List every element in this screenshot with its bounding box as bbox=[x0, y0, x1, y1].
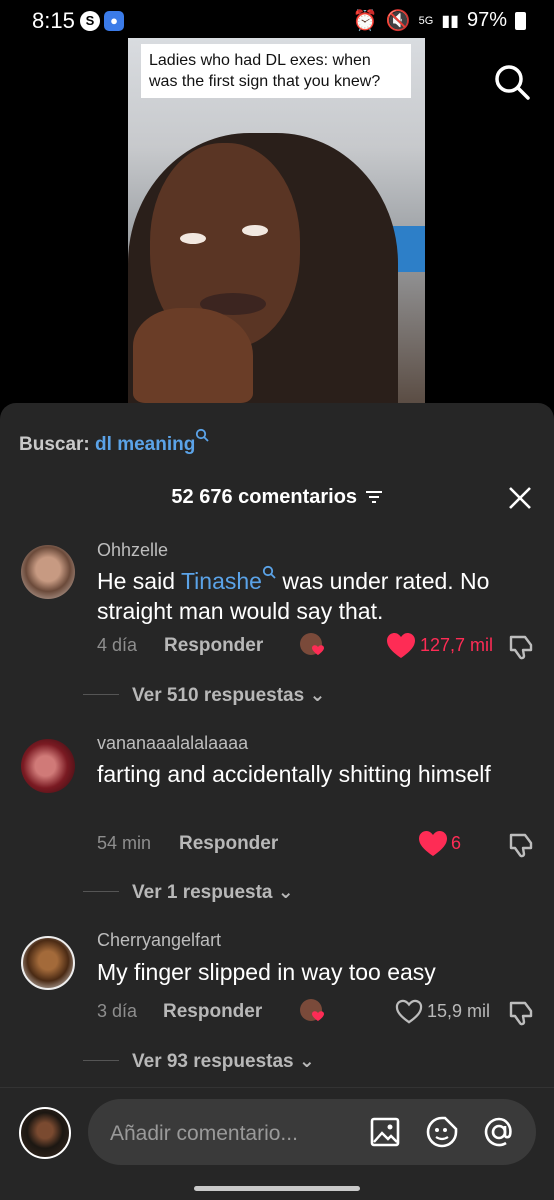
status-time: 8:15 bbox=[32, 8, 75, 33]
comment-text: He said Tinashe was under rated. No stra… bbox=[97, 565, 517, 626]
reply-button[interactable]: Responder bbox=[164, 635, 263, 657]
divider bbox=[0, 1087, 554, 1088]
status-icons: ⏰ 🔇 5G ▮▮ 97% bbox=[353, 8, 526, 33]
creator-liked-icon bbox=[300, 633, 324, 655]
comment-link[interactable]: Tinashe bbox=[181, 568, 262, 594]
search-prefix: Buscar: bbox=[19, 434, 90, 455]
heart-icon[interactable] bbox=[418, 830, 448, 858]
video-person-eye bbox=[242, 225, 268, 236]
video-player[interactable]: Ladies who had DL exes: when was the fir… bbox=[128, 38, 425, 403]
comment-text: My finger slipped in way too easy bbox=[97, 959, 436, 985]
comments-count-header: 52 676 comentarios bbox=[0, 486, 554, 509]
search-term[interactable]: dl meaning bbox=[95, 434, 195, 455]
avatar[interactable] bbox=[21, 739, 75, 793]
user-avatar[interactable] bbox=[19, 1107, 71, 1159]
sticker-icon[interactable] bbox=[425, 1115, 459, 1149]
mute-icon: 🔇 bbox=[385, 10, 411, 32]
chevron-down-icon: ⌄ bbox=[309, 685, 326, 706]
home-indicator[interactable] bbox=[194, 1186, 360, 1191]
like-count: 127,7 mil bbox=[420, 635, 494, 655]
like-count: 6 bbox=[451, 833, 462, 853]
chevron-down-icon: ⌄ bbox=[277, 882, 294, 903]
avatar[interactable] bbox=[21, 545, 75, 599]
view-replies-button[interactable]: Ver 93 respuestas ⌄ bbox=[132, 1050, 315, 1073]
sort-icon[interactable] bbox=[365, 489, 383, 505]
dislike-icon[interactable] bbox=[507, 633, 535, 661]
comments-count: 52 676 comentarios bbox=[171, 486, 358, 508]
comment-input[interactable] bbox=[108, 1118, 352, 1150]
comment-username[interactable]: vananaaalalalaaaa bbox=[97, 733, 248, 754]
creator-liked-icon bbox=[300, 999, 324, 1021]
view-replies-button[interactable]: Ver 510 respuestas ⌄ bbox=[132, 684, 325, 707]
status-bar: 8:15 S ● ⏰ 🔇 5G ▮▮ 97% bbox=[0, 0, 554, 42]
close-icon[interactable] bbox=[506, 484, 534, 512]
view-replies-label: Ver 510 respuestas bbox=[132, 685, 305, 706]
comment-age: 54 min bbox=[97, 833, 152, 853]
avatar[interactable] bbox=[21, 936, 75, 990]
image-icon[interactable] bbox=[369, 1116, 401, 1148]
comment-username[interactable]: Ohhzelle bbox=[97, 540, 168, 561]
view-replies-button[interactable]: Ver 1 respuesta ⌄ bbox=[132, 881, 294, 904]
divider bbox=[83, 891, 119, 892]
comments-sheet bbox=[0, 403, 554, 1200]
search-term-icon bbox=[196, 428, 209, 442]
comment-text: farting and accidentally shitting himsel… bbox=[97, 761, 491, 787]
search-icon[interactable] bbox=[492, 62, 532, 102]
view-replies-label: Ver 1 respuesta bbox=[132, 882, 273, 903]
chevron-down-icon: ⌄ bbox=[298, 1051, 315, 1072]
s-app-icon: S bbox=[80, 11, 100, 31]
comment-age: 3 día bbox=[97, 1001, 138, 1021]
network-type: 5G bbox=[418, 14, 434, 27]
like-count: 15,9 mil bbox=[427, 1001, 491, 1021]
heart-outline-icon[interactable] bbox=[395, 999, 423, 1025]
view-replies-label: Ver 93 respuestas bbox=[132, 1051, 294, 1072]
dislike-icon[interactable] bbox=[507, 999, 535, 1027]
battery-icon bbox=[515, 11, 526, 30]
comment-username[interactable]: Cherryangelfart bbox=[97, 930, 221, 951]
battery-level: 97% bbox=[466, 9, 507, 31]
video-person-eye bbox=[180, 233, 206, 244]
search-link-icon bbox=[262, 565, 276, 579]
heart-icon[interactable] bbox=[386, 632, 416, 660]
reply-button[interactable]: Responder bbox=[179, 833, 278, 855]
notification-app-icon: ● bbox=[104, 11, 124, 31]
divider bbox=[83, 1060, 119, 1061]
dislike-icon[interactable] bbox=[507, 831, 535, 859]
video-person-hand bbox=[133, 308, 253, 403]
search-suggestion[interactable]: Buscar: dl meaning bbox=[19, 428, 209, 456]
comment-age: 4 día bbox=[97, 635, 138, 655]
signal-icon: ▮▮ bbox=[441, 12, 459, 30]
video-caption: Ladies who had DL exes: when was the fir… bbox=[141, 44, 411, 98]
reply-button[interactable]: Responder bbox=[163, 1001, 262, 1023]
comment-text-part: He said bbox=[97, 568, 181, 594]
alarm-icon: ⏰ bbox=[352, 10, 378, 32]
mention-icon[interactable] bbox=[482, 1115, 516, 1149]
divider bbox=[83, 694, 119, 695]
